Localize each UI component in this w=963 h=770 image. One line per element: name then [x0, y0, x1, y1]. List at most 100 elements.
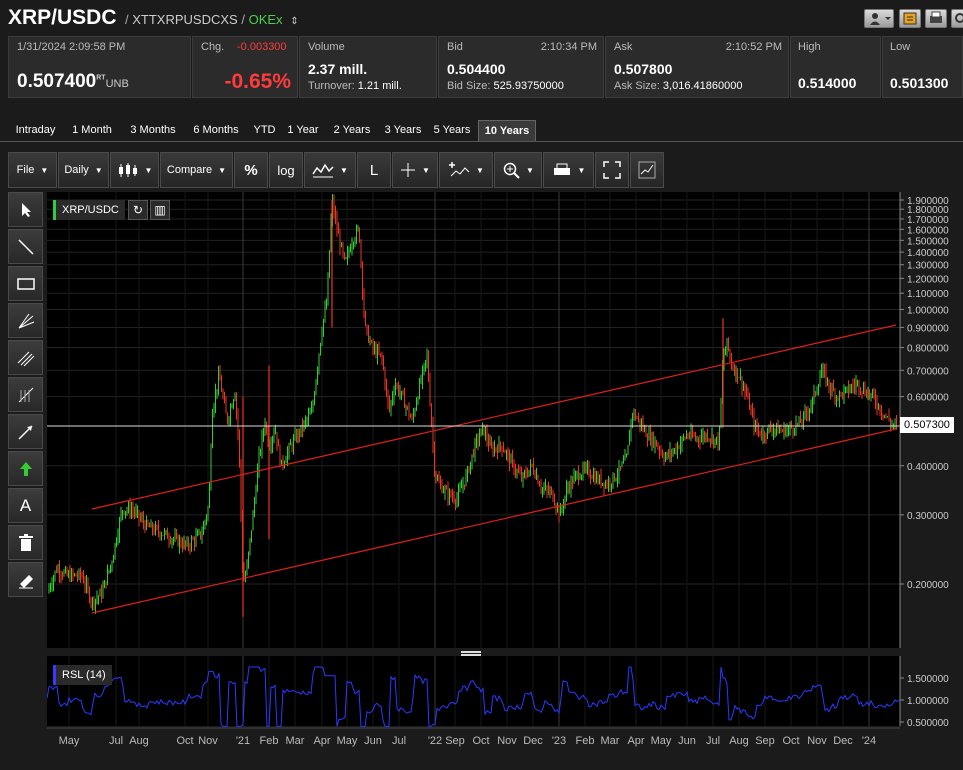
- rsi-panel-bg: [47, 656, 900, 726]
- interval-menu-button[interactable]: Daily ▼: [58, 152, 109, 188]
- exchange-selector[interactable]: OKEx: [249, 12, 283, 27]
- chevron-down-icon: ▼: [218, 165, 227, 175]
- crosshair-button[interactable]: ▼: [392, 152, 438, 188]
- alert-button[interactable]: [899, 9, 921, 28]
- x-tick-label: Aug: [729, 735, 749, 747]
- x-tick-label: Jun: [364, 735, 382, 747]
- range-tab-ytd[interactable]: YTD: [247, 120, 282, 142]
- x-tick-label: Mar: [286, 735, 305, 747]
- x-tick-label: Nov: [807, 735, 827, 747]
- volume-label: Volume: [308, 41, 345, 53]
- trash-icon: [18, 533, 33, 551]
- y-tick-label: 1.200000: [907, 274, 949, 285]
- bid-size-value: 525.93750000: [493, 80, 564, 92]
- turnover-value: 1.21 mill.: [357, 80, 402, 92]
- time-axis: May Jul Aug Oct Nov '21 Feb Mar Apr May Jun Jul '22 S…: [47, 727, 900, 747]
- y-tick-label: 1.400000: [907, 248, 949, 259]
- chart-type-button[interactable]: ▼: [110, 152, 159, 188]
- x-tick-label: Oct: [176, 735, 193, 747]
- compare-button[interactable]: Compare ▼: [160, 152, 233, 188]
- range-tab-1-year[interactable]: 1 Year: [282, 120, 324, 142]
- range-tab-10-years[interactable]: 10 Years: [478, 120, 536, 142]
- range-tab-5-years[interactable]: 5 Years: [426, 120, 478, 142]
- compare-label: Compare: [166, 164, 213, 176]
- range-tab-2-years[interactable]: 2 Years: [324, 120, 380, 142]
- x-tick-label: May: [59, 735, 80, 747]
- chevron-down-icon: ▼: [476, 165, 484, 175]
- exchange-caret-icon[interactable]: ⇕: [290, 16, 298, 27]
- low-value: 0.501300: [890, 75, 949, 91]
- eraser-tool[interactable]: [8, 562, 43, 597]
- delete-tool[interactable]: [8, 525, 43, 560]
- settings-button[interactable]: [951, 9, 963, 28]
- bid-time: 2:10:34 PM: [540, 41, 597, 53]
- line-tool-button[interactable]: L: [357, 152, 391, 188]
- add-study-button[interactable]: ▼: [439, 152, 493, 188]
- rectangle-tool[interactable]: [8, 266, 43, 301]
- user-menu-button[interactable]: [864, 9, 894, 28]
- add-study-icon: [449, 162, 470, 177]
- text-tool[interactable]: A: [8, 488, 43, 523]
- chart-canvas[interactable]: 1.9000001.8000001.7000001.6000001.500000…: [46, 192, 963, 770]
- arrow-line-tool[interactable]: [8, 414, 43, 449]
- x-tick-label: May: [651, 735, 672, 747]
- change-percent: -0.65%: [224, 70, 291, 93]
- instrument-code: XTTXRPUSDCXS: [132, 12, 238, 27]
- header-separator-2: /: [241, 12, 245, 27]
- log-scale-button[interactable]: log: [269, 152, 303, 188]
- rsi-legend[interactable]: RSL (14): [53, 665, 112, 685]
- arrow-up-tool[interactable]: [8, 451, 43, 486]
- file-menu-button[interactable]: File ▼: [8, 152, 57, 188]
- series-legend[interactable]: XRP/USDC: [53, 200, 125, 220]
- range-tab-3-months[interactable]: 3 Months: [121, 120, 185, 142]
- quote-panel: 1/31/2024 2:09:58 PM 0.507400RTUNB Chg. …: [8, 36, 963, 98]
- percent-button[interactable]: %: [234, 152, 268, 188]
- bar-settings-icon: ▥: [154, 203, 166, 217]
- print-button[interactable]: [925, 9, 947, 28]
- series-settings-button[interactable]: ▥: [150, 200, 170, 220]
- pitchfork-tool[interactable]: [8, 303, 43, 338]
- volume-value: 2.37 mill.: [308, 61, 368, 77]
- fullscreen-button[interactable]: [595, 152, 629, 188]
- header-separator: /: [125, 12, 129, 27]
- chevron-down-icon: ▼: [340, 165, 348, 175]
- ask-value: 0.507800: [614, 61, 673, 77]
- snapshot-button[interactable]: [630, 152, 664, 188]
- parallel-lines-tool[interactable]: [8, 340, 43, 375]
- x-tick-label: Mar: [601, 735, 620, 747]
- print-chart-button[interactable]: ▼: [543, 152, 594, 188]
- bid-label: Bid: [447, 41, 463, 53]
- range-tab-1-month[interactable]: 1 Month: [63, 120, 121, 142]
- pointer-tool[interactable]: [8, 192, 43, 227]
- ask-time: 2:10:52 PM: [725, 41, 782, 53]
- turnover: Turnover: 1.21 mill.: [308, 80, 402, 92]
- cursor-icon: [21, 202, 31, 217]
- range-tab-intraday[interactable]: Intraday: [8, 120, 63, 142]
- y-tick-label: 1.000000: [907, 305, 949, 316]
- range-tab-6-months[interactable]: 6 Months: [185, 120, 247, 142]
- range-tab-3-years[interactable]: 3 Years: [380, 120, 426, 142]
- indicator-button[interactable]: ▼: [304, 152, 356, 188]
- x-tick-label: Sep: [755, 735, 775, 747]
- zoom-icon: [503, 162, 520, 179]
- price-chart[interactable]: 1.900000 1.800000 1.700000 1.600000 1.500000…: [46, 192, 963, 770]
- bid-size: Bid Size: 525.93750000: [447, 80, 564, 92]
- panel-resize-handle[interactable]: [461, 651, 481, 656]
- x-tick-label: Feb: [260, 735, 279, 747]
- rsi-tick-label: 1.000000: [907, 696, 949, 707]
- refresh-series-button[interactable]: ↻: [128, 200, 148, 220]
- change-value: -0.003300: [237, 41, 287, 53]
- x-tick-label: May: [337, 735, 358, 747]
- user-icon: [870, 13, 891, 25]
- x-tick-label: '23: [552, 735, 566, 747]
- low-label: Low: [890, 41, 911, 53]
- x-tick-label: '22: [428, 735, 442, 747]
- x-tick-label: Jun: [678, 735, 696, 747]
- x-tick-label: Oct: [472, 735, 489, 747]
- zoom-button[interactable]: ▼: [494, 152, 542, 188]
- x-tick-label: Dec: [523, 735, 543, 747]
- fibonacci-tool[interactable]: [8, 377, 43, 412]
- file-label: File: [16, 164, 35, 176]
- x-tick-label: Aug: [129, 735, 149, 747]
- trendline-tool[interactable]: [8, 229, 43, 264]
